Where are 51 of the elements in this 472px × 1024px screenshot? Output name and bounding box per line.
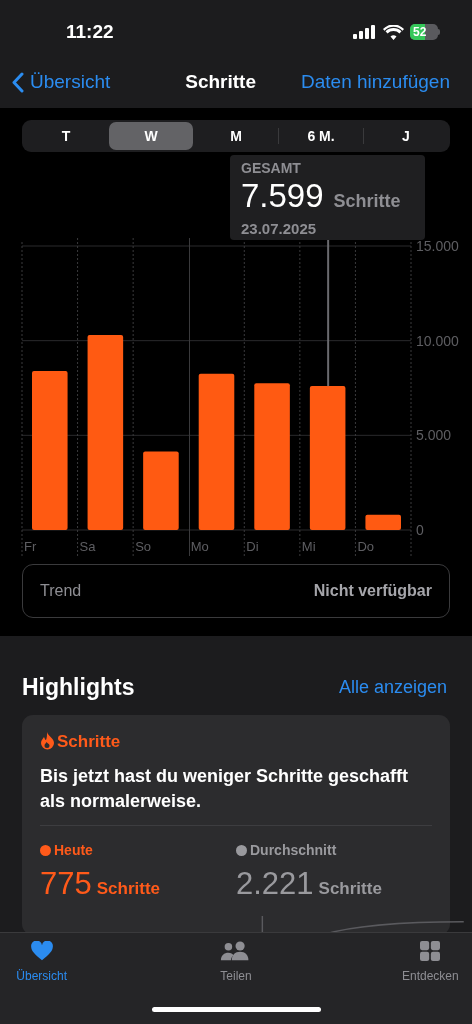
add-data-link[interactable]: Daten hinzufügen (301, 67, 450, 97)
bar[interactable] (32, 370, 68, 530)
period-tab[interactable]: M (194, 122, 278, 150)
x-axis-label: Mo (190, 539, 209, 554)
y-axis-label: 10.000 (416, 332, 459, 349)
stat-unit: Schritte (318, 878, 382, 900)
period-tab[interactable]: 6 M. (279, 122, 363, 150)
stat-value: 775 (40, 865, 92, 903)
trend-value: Nicht verfügbar (313, 581, 432, 601)
stat-label: Durchschnitt (250, 841, 337, 860)
period-tab[interactable]: W (109, 122, 193, 150)
tab-bar-item[interactable]: Teilen (218, 941, 254, 985)
bar[interactable] (365, 514, 401, 530)
tab-bar-item[interactable]: Übersicht (16, 941, 67, 985)
tooltip-value: 7.599 (241, 179, 324, 213)
y-axis-label: 5.000 (416, 427, 452, 444)
stat-value: 2.221 (236, 865, 314, 903)
bar[interactable] (87, 335, 124, 530)
bar[interactable] (309, 386, 346, 530)
grid-icon (418, 941, 443, 961)
highlight-message: Bis jetzt hast du weniger Schritte geschafft als normalerweise. (40, 764, 432, 826)
show-all-link[interactable]: Alle anzeigen (338, 673, 447, 701)
trend-label: Trend (40, 581, 82, 601)
period-tab[interactable]: J (364, 122, 448, 150)
tab-bar-item[interactable]: Entdecken (401, 941, 459, 985)
chevron-left-icon (12, 71, 24, 93)
x-axis-label: Sa (79, 539, 96, 554)
heart-icon (28, 941, 55, 961)
stat-label: Heute (54, 841, 93, 860)
tooltip-date: 23.07.2025 (241, 219, 318, 239)
signal-icon (353, 25, 377, 39)
y-axis-label: 0 (416, 522, 424, 538)
x-axis-label: Di (246, 539, 259, 554)
x-axis-label: So (135, 539, 152, 554)
clock-time: 11:22 (66, 19, 114, 44)
highlight-category: Schritte (57, 730, 121, 753)
stat-unit: Schritte (96, 878, 161, 900)
y-axis-label: 15.000 (416, 238, 459, 254)
x-axis-label: Do (357, 539, 375, 554)
battery-indicator: 52 (410, 24, 440, 40)
wifi-icon (383, 24, 404, 40)
flame-icon (40, 732, 55, 751)
tooltip-unit: Schritte (333, 190, 401, 213)
period-tab[interactable]: T (24, 122, 108, 150)
back-button[interactable]: Übersicht (12, 67, 111, 97)
section-heading: Highlights (22, 673, 135, 702)
screen-title: Schritte (185, 69, 256, 94)
bar[interactable] (198, 373, 235, 530)
tooltip-label: GESAMT (241, 159, 302, 178)
x-axis-label: Fr (24, 539, 37, 554)
x-axis-label: Mi (301, 539, 316, 554)
